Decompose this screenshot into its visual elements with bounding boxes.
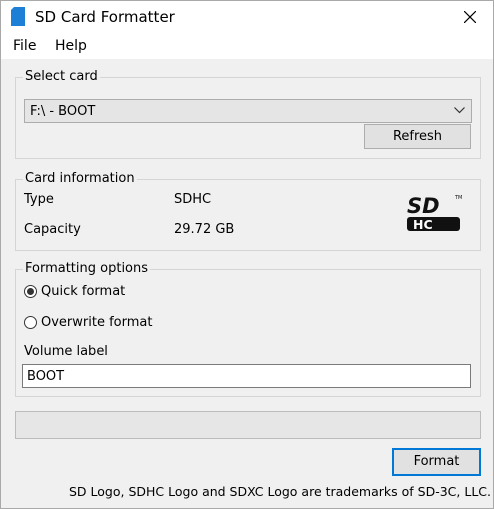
format-button[interactable]: Format (392, 448, 481, 476)
close-icon (464, 11, 476, 23)
overwrite-format-radio[interactable] (24, 316, 37, 329)
select-card-group: Select card F:\ - BOOT Refresh (15, 69, 481, 159)
sdhc-logo-top-text: SD (407, 194, 440, 218)
chevron-down-icon (454, 107, 465, 114)
quick-format-radio-option[interactable]: Quick format (24, 284, 125, 299)
sd-card-app-icon (11, 7, 25, 26)
menu-help[interactable]: Help (55, 38, 87, 54)
trademark-notice: SD Logo, SDHC Logo and SDXC Logo are tra… (69, 484, 491, 499)
sdhc-logo-tm-text: TM (454, 195, 462, 201)
quick-format-label: Quick format (41, 284, 126, 299)
card-information-label: Card information (23, 171, 137, 186)
volume-label-value: BOOT (27, 369, 65, 384)
card-select-value: F:\ - BOOT (30, 104, 96, 119)
type-label: Type (24, 192, 54, 207)
formatting-options-label: Formatting options (23, 261, 151, 276)
format-progress-bar (15, 411, 481, 439)
menu-file[interactable]: File (13, 38, 36, 54)
overwrite-format-radio-option[interactable]: Overwrite format (24, 315, 152, 330)
title-bar[interactable]: SD Card Formatter (1, 1, 493, 33)
close-button[interactable] (447, 1, 493, 33)
sdhc-logo: SD TM HC (407, 194, 462, 232)
type-value: SDHC (174, 192, 212, 207)
formatting-options-group: Formatting options Quick format Overwrit… (15, 261, 481, 397)
volume-label-title: Volume label (24, 344, 108, 359)
menu-bar: File Help (1, 33, 493, 59)
card-select-dropdown[interactable]: F:\ - BOOT (24, 99, 472, 123)
quick-format-radio[interactable] (24, 285, 37, 298)
overwrite-format-label: Overwrite format (41, 315, 153, 330)
window-title: SD Card Formatter (35, 8, 175, 26)
volume-label-input[interactable]: BOOT (22, 364, 471, 388)
refresh-button[interactable]: Refresh (364, 124, 471, 149)
select-card-label: Select card (23, 69, 100, 84)
capacity-label: Capacity (24, 222, 81, 237)
sd-card-formatter-window: SD Card Formatter File Help Select card … (0, 0, 494, 509)
sdhc-logo-bottom-text: HC (413, 217, 433, 232)
capacity-value: 29.72 GB (174, 222, 235, 237)
